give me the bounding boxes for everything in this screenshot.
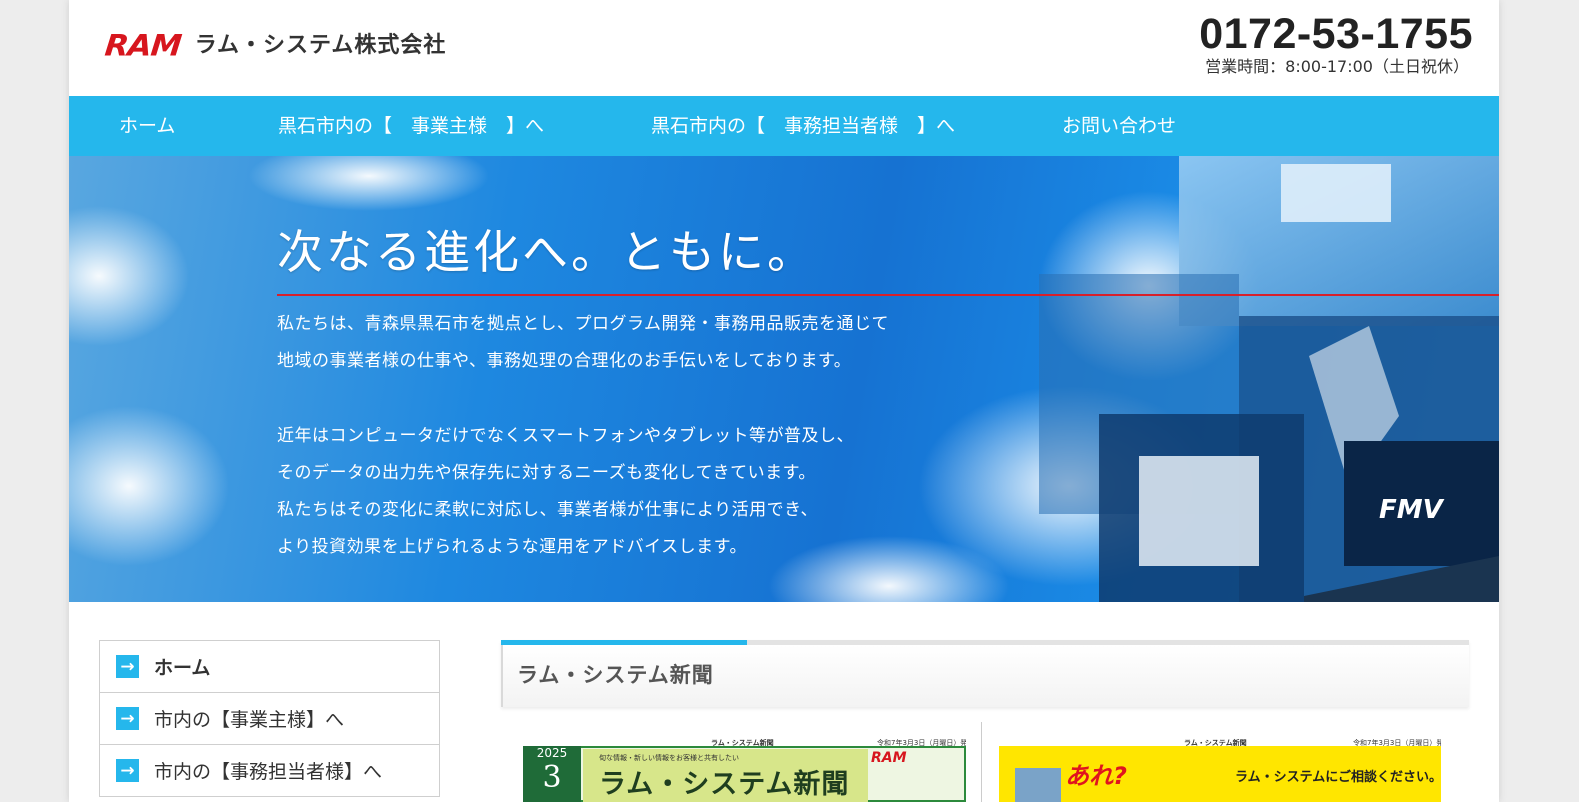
shelf-illustration (1015, 768, 1061, 802)
company-name: ラム・システム株式会社 (194, 33, 447, 58)
newspaper-headline: あれ? (1065, 762, 1127, 790)
hero-paragraph-1: 私たちは、青森県黒石市を拠点とし、プログラム開発・事務用品販売を通じて 地域の事… (277, 314, 889, 371)
hero-divider (277, 294, 1499, 296)
logo[interactable]: RAM ラム・システム株式会社 (103, 28, 447, 64)
site-header: RAM ラム・システム株式会社 0172-53-1755 営業時間：8:00-1… (69, 0, 1499, 96)
issue-badge: 2025 3 (523, 746, 581, 802)
sidebar-item-office-staff[interactable]: → 市内の【事務担当者様】へ (100, 745, 439, 797)
consult-text: ラム・システムにご相談ください。 (1235, 770, 1441, 785)
cloud (69, 206, 189, 346)
nav-item-office-staff[interactable]: 黒石市内の【 事務担当者様 】へ (651, 96, 955, 156)
projector-screen (1281, 164, 1391, 222)
section-title: ラム・システム新聞 (517, 663, 714, 687)
sidebar-item-label: 市内の【事務担当者様】へ (154, 761, 383, 783)
newspaper-list: ラム・システム新聞 令和7年3月3日（月曜日）発行 2025 3 旬な情報・新し… (501, 722, 1469, 802)
fmv-label: FMV (1379, 495, 1445, 525)
sidebar-item-label: 市内の【事業主様】へ (154, 709, 345, 731)
business-hours: 営業時間：8:00-17:00（土日祝休） (1205, 57, 1469, 76)
section-heading: ラム・システム新聞 (501, 640, 1469, 707)
nav-item-business-owners[interactable]: 黒石市内の【 事業主様 】へ (278, 96, 544, 156)
sidebar-item-business-owners[interactable]: → 市内の【事業主様】へ (100, 693, 439, 745)
hero-banner: FMV 次なる進化へ。ともに。 私たちは、青森県黒石市を拠点とし、プログラム開発… (69, 156, 1499, 602)
hero-paragraph-2: 近年はコンピュータだけでなくスマートフォンやタブレット等が普及し、 そのデータの… (277, 426, 854, 557)
column-divider (981, 722, 982, 802)
issue-month: 3 (542, 760, 562, 795)
arrow-right-icon: → (116, 759, 139, 782)
global-nav: ホーム 黒石市内の【 事業主様 】へ 黒石市内の【 事務担当者様 】へ お問い合… (69, 96, 1499, 156)
arrow-right-icon: → (116, 655, 139, 678)
arrow-right-icon: → (116, 707, 139, 730)
printer-icon (1139, 456, 1259, 566)
nav-item-home[interactable]: ホーム (119, 96, 175, 156)
hero-title: 次なる進化へ。ともに。 (277, 225, 816, 279)
nav-item-contact[interactable]: お問い合わせ (1062, 96, 1176, 156)
newspaper-thumbnail-1[interactable]: ラム・システム新聞 令和7年3月3日（月曜日）発行 2025 3 旬な情報・新し… (521, 722, 966, 802)
sidebar-item-label: ホーム (154, 657, 211, 679)
cloud (69, 406, 229, 566)
sidebar-menu: → ホーム → 市内の【事業主様】へ → 市内の【事務担当者様】へ (99, 640, 440, 797)
phone-number[interactable]: 0172-53-1755 (1199, 10, 1473, 58)
cloud (249, 156, 489, 211)
newspaper-logo: RAM (871, 750, 907, 766)
newspaper-thumbnail-2[interactable]: ラム・システム新聞 令和7年3月3日（月曜日）発行 あれ? ラム・システムにご相… (999, 722, 1441, 802)
logo-mark: RAM (103, 28, 183, 64)
issue-year: 2025 (536, 746, 568, 760)
page: RAM ラム・システム株式会社 0172-53-1755 営業時間：8:00-1… (69, 0, 1499, 802)
sidebar-item-home[interactable]: → ホーム (100, 641, 439, 693)
newspaper-title: ラム・システム新聞 (599, 769, 850, 800)
heading-accent (501, 640, 747, 645)
